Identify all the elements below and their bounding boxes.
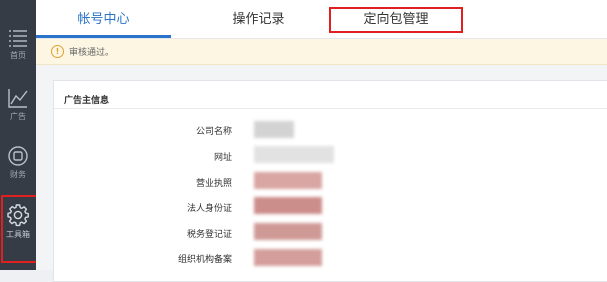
sidebar-item-ads[interactable]: 广告 <box>0 87 36 145</box>
line-chart-icon <box>8 89 28 108</box>
coin-icon <box>8 146 28 166</box>
redacted-tax-registration <box>254 223 322 240</box>
main-content: 帐号中心 操作记录 定向包管理 ! 审核通过。 广告主信息 公司名称 网址 营业… <box>36 0 607 282</box>
field-label-business-license: 营业执照 <box>195 179 232 189</box>
panel-title: 广告主信息 <box>64 96 110 106</box>
sidebar: 首页 广告 财务 工具箱 <box>0 0 38 270</box>
field-label-tax-registration: 税务登记证 <box>186 230 232 240</box>
notice-text: 审核通过。 <box>69 48 115 58</box>
redacted-website <box>254 146 334 163</box>
approval-notice: ! 审核通过。 <box>36 39 607 65</box>
redacted-legal-id <box>254 197 322 214</box>
field-label-website: 网址 <box>213 153 232 163</box>
active-tab-indicator <box>36 35 171 38</box>
field-label-org-code: 组织机构备案 <box>177 255 232 265</box>
menu-icon <box>9 30 27 47</box>
sidebar-item-home[interactable]: 首页 <box>0 28 36 86</box>
redacted-org-code <box>254 249 322 266</box>
sidebar-item-label: 财务 <box>10 170 26 179</box>
field-label-company-name: 公司名称 <box>195 127 232 137</box>
redacted-business-license <box>254 172 322 189</box>
tab-operation-log[interactable]: 操作记录 <box>191 0 326 38</box>
panel-divider <box>54 108 607 109</box>
sidebar-item-label: 首页 <box>10 51 26 60</box>
tab-bar: 帐号中心 操作记录 定向包管理 <box>36 0 607 39</box>
targeting-tab-highlight-box <box>329 7 463 33</box>
field-label-legal-id: 法人身份证 <box>186 204 232 214</box>
redacted-company-name <box>254 121 294 138</box>
sidebar-item-label: 广告 <box>10 112 26 121</box>
tab-account-center[interactable]: 帐号中心 <box>36 0 171 38</box>
warning-icon: ! <box>51 45 64 58</box>
advertiser-info-panel: 广告主信息 公司名称 网址 营业执照 法人身份证 税务登记证 组织机构备案 <box>53 80 607 282</box>
